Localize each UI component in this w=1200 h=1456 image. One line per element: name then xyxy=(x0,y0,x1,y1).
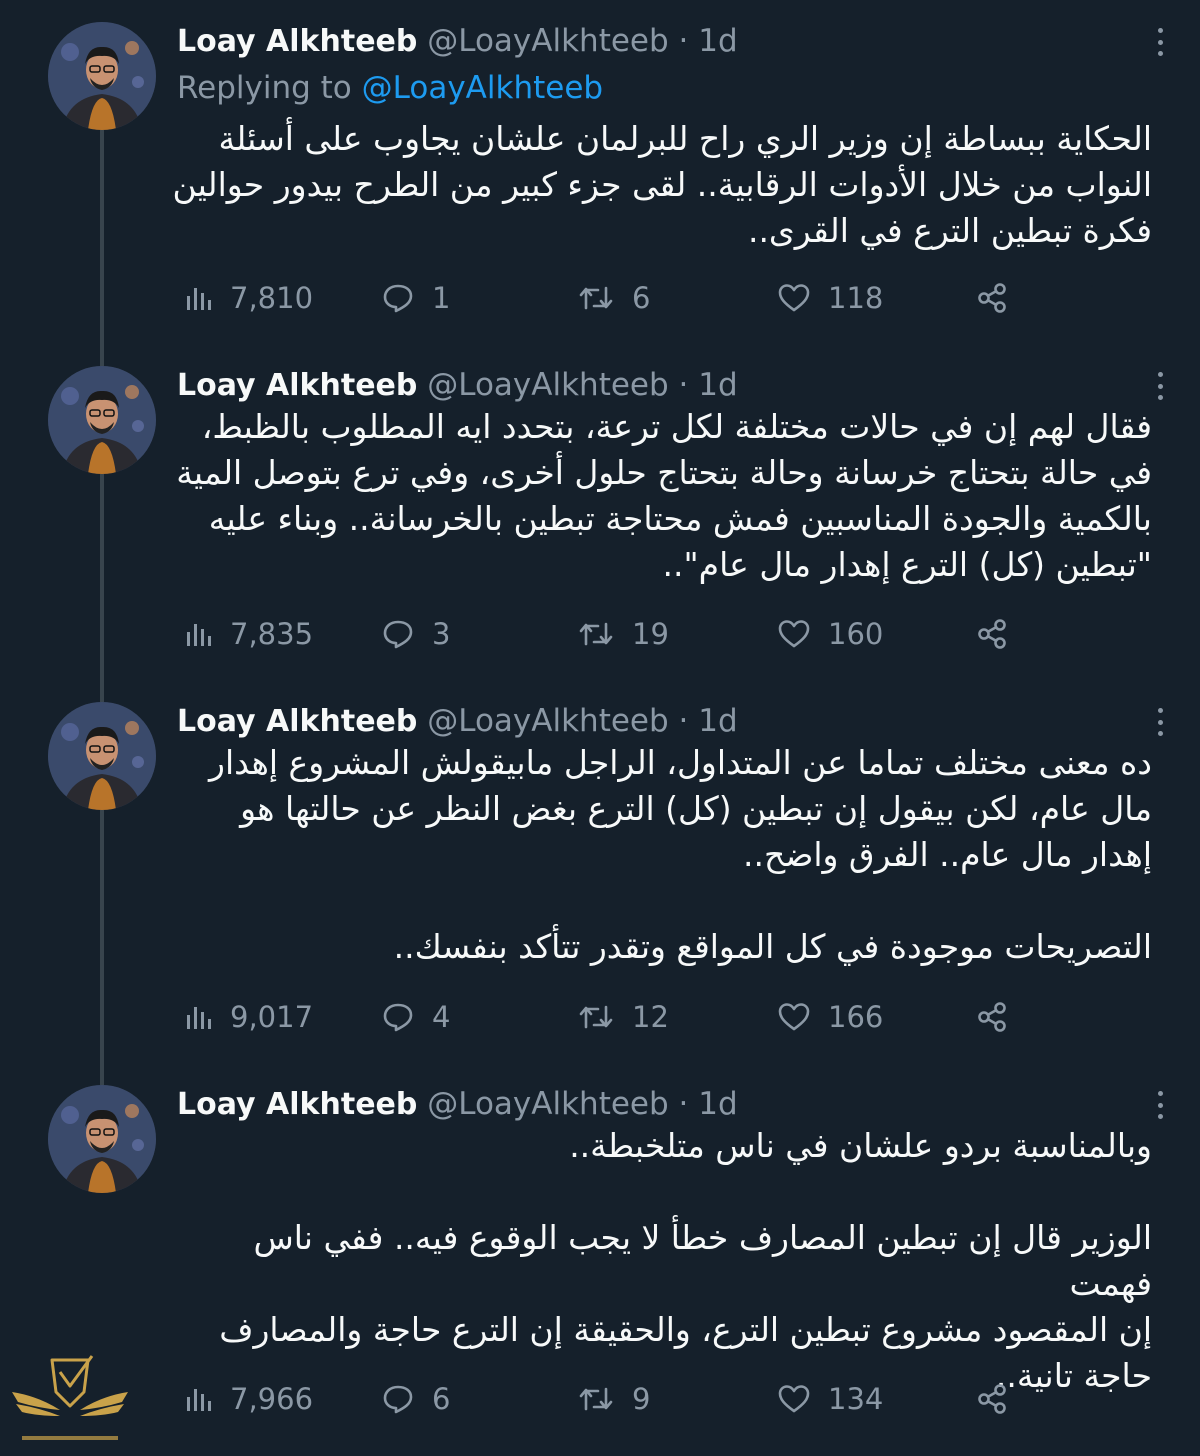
tweet-actions: 7,966 6 9 134 xyxy=(0,1379,1200,1419)
views-icon xyxy=(187,1389,211,1411)
avatar[interactable] xyxy=(48,1085,156,1193)
share-icon xyxy=(978,1384,1006,1414)
retweet-button[interactable]: 6 xyxy=(578,278,650,318)
views-count: 7,966 xyxy=(230,1382,314,1416)
separator-dot: · xyxy=(678,23,689,59)
share-button[interactable] xyxy=(976,1379,1026,1419)
tweet-text: الحكاية ببساطة إن وزير الري راح للبرلمان… xyxy=(172,119,1152,250)
share-icon xyxy=(978,283,1006,313)
like-icon xyxy=(778,1003,810,1031)
like-button[interactable]: 166 xyxy=(778,997,883,1037)
avatar[interactable] xyxy=(48,22,156,130)
views-button[interactable]: 9,017 xyxy=(184,997,313,1037)
like-icon xyxy=(778,620,810,648)
retweet-count: 6 xyxy=(632,281,651,315)
retweet-button[interactable]: 19 xyxy=(578,614,669,654)
retweet-count: 9 xyxy=(632,1382,651,1416)
views-icon xyxy=(187,1007,211,1029)
reply-icon xyxy=(383,1003,413,1032)
views-count: 7,810 xyxy=(230,281,314,315)
replying-prefix: Replying to xyxy=(177,70,352,106)
display-name[interactable]: Loay Alkhteeb xyxy=(177,24,417,59)
like-icon xyxy=(778,1385,810,1413)
display-name[interactable]: Loay Alkhteeb xyxy=(177,704,417,739)
retweet-count: 19 xyxy=(632,617,669,651)
more-icon[interactable] xyxy=(1148,368,1172,404)
replying-to-link[interactable]: @LoayAlkhteeb xyxy=(362,70,603,106)
views-count: 9,017 xyxy=(230,1000,314,1034)
display-name[interactable]: Loay Alkhteeb xyxy=(177,1087,417,1122)
reply-icon xyxy=(383,620,413,649)
timestamp[interactable]: 1d xyxy=(698,23,737,59)
reply-count: 6 xyxy=(432,1382,451,1416)
avatar[interactable] xyxy=(48,702,156,810)
share-icon xyxy=(978,619,1006,649)
share-button[interactable] xyxy=(976,278,1026,318)
reply-count: 4 xyxy=(432,1000,451,1034)
reply-icon xyxy=(383,1385,413,1414)
timestamp[interactable]: 1d xyxy=(698,1086,737,1122)
like-count: 166 xyxy=(828,1000,884,1034)
more-icon[interactable] xyxy=(1148,1087,1172,1123)
views-button[interactable]: 7,835 xyxy=(184,614,313,654)
more-icon[interactable] xyxy=(1148,704,1172,740)
retweet-icon xyxy=(579,622,613,646)
replying-to: Replying to @LoayAlkhteeb xyxy=(177,66,603,110)
timestamp[interactable]: 1d xyxy=(698,703,737,739)
user-handle[interactable]: @LoayAlkhteeb xyxy=(427,23,668,59)
reply-count: 1 xyxy=(432,281,451,315)
reply-button[interactable]: 1 xyxy=(382,278,450,318)
timestamp[interactable]: 1d xyxy=(698,367,737,403)
thread-line xyxy=(100,800,104,1086)
tweet-actions: 7,810 1 6 118 xyxy=(0,278,1200,318)
display-name[interactable]: Loay Alkhteeb xyxy=(177,368,417,403)
reply-count: 3 xyxy=(432,617,451,651)
views-icon xyxy=(187,624,211,646)
share-button[interactable] xyxy=(976,614,1026,654)
like-button[interactable]: 160 xyxy=(778,614,883,654)
share-button[interactable] xyxy=(976,997,1026,1037)
tweet-text: وبالمناسبة بردو علشان في ناس متلخبطة.. ا… xyxy=(219,1126,1152,1395)
user-handle[interactable]: @LoayAlkhteeb xyxy=(427,703,668,739)
separator-dot: · xyxy=(678,1086,689,1122)
views-button[interactable]: 7,966 xyxy=(184,1379,313,1419)
more-icon[interactable] xyxy=(1148,24,1172,60)
thread-line xyxy=(100,464,104,704)
views-icon xyxy=(187,288,211,310)
tweet-header: Loay Alkhteeb @LoayAlkhteeb · 1d xyxy=(177,360,738,410)
thread-line xyxy=(100,120,104,368)
watermark-logo xyxy=(8,1352,132,1452)
reply-button[interactable]: 3 xyxy=(382,614,450,654)
like-icon xyxy=(778,284,810,312)
reply-button[interactable]: 6 xyxy=(382,1379,450,1419)
tweet-header: Loay Alkhteeb @LoayAlkhteeb · 1d xyxy=(177,696,738,746)
separator-dot: · xyxy=(678,367,689,403)
views-count: 7,835 xyxy=(230,617,314,651)
retweet-count: 12 xyxy=(632,1000,669,1034)
tweet-header: Loay Alkhteeb @LoayAlkhteeb · 1d xyxy=(177,1079,738,1129)
views-button[interactable]: 7,810 xyxy=(184,278,313,318)
retweet-icon xyxy=(579,1387,613,1411)
tweet-actions: 7,835 3 19 160 xyxy=(0,614,1200,654)
user-handle[interactable]: @LoayAlkhteeb xyxy=(427,1086,668,1122)
retweet-button[interactable]: 9 xyxy=(578,1379,650,1419)
tweet-header: Loay Alkhteeb @LoayAlkhteeb · 1d xyxy=(177,16,738,66)
like-button[interactable]: 134 xyxy=(778,1379,883,1419)
tweet-text: فقال لهم إن في حالات مختلفة لكل ترعة، بت… xyxy=(176,407,1152,584)
tweet-text: ده معنى مختلف تماما عن المتداول، الراجل … xyxy=(209,743,1152,966)
user-handle[interactable]: @LoayAlkhteeb xyxy=(427,367,668,403)
retweet-icon xyxy=(579,286,613,310)
avatar[interactable] xyxy=(48,366,156,474)
share-icon xyxy=(978,1002,1006,1032)
tweet-actions: 9,017 4 12 166 xyxy=(0,997,1200,1037)
separator-dot: · xyxy=(678,703,689,739)
like-button[interactable]: 118 xyxy=(778,278,883,318)
like-count: 160 xyxy=(828,617,884,651)
reply-button[interactable]: 4 xyxy=(382,997,450,1037)
retweet-icon xyxy=(579,1005,613,1029)
reply-icon xyxy=(383,284,413,313)
like-count: 118 xyxy=(828,281,884,315)
retweet-button[interactable]: 12 xyxy=(578,997,669,1037)
like-count: 134 xyxy=(828,1382,884,1416)
